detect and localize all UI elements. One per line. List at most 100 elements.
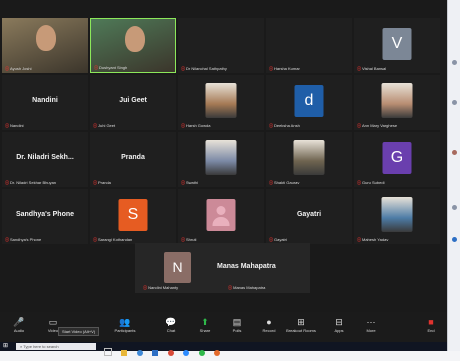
participant-tile-mahesh-yadav[interactable]: ⓧMahesh Yadav bbox=[354, 189, 440, 244]
toolbar-label: Share bbox=[199, 328, 211, 333]
muted-mic-icon: ⓧ bbox=[269, 180, 273, 185]
toolbar-label: Breakout Rooms bbox=[286, 328, 316, 333]
muted-mic-icon: ⓧ bbox=[181, 66, 185, 71]
participant-label: ⓧDushyant Singh bbox=[94, 65, 128, 70]
share-button[interactable]: ⬆ Share bbox=[190, 316, 220, 333]
audio-button[interactable]: 🎤 Audio bbox=[4, 316, 34, 333]
participant-tile-ann-mary-varghese[interactable]: ⓧAnn Mary Varghese bbox=[354, 75, 440, 130]
muted-mic-icon: ⓧ bbox=[269, 66, 273, 71]
meeting-window: ⓧAyush Joshi ⓧDushyant Singh ⓧDr Nilanchal… bbox=[0, 0, 447, 356]
toolbar-label: More bbox=[366, 328, 376, 333]
participant-bigname: Sandhya's Phone bbox=[15, 211, 75, 218]
participant-label: ⓧDr. Niladri Sekhar Bhuyan bbox=[5, 180, 57, 185]
participant-bigname: Manas Mahapatra bbox=[217, 263, 276, 270]
task-view-icon[interactable] bbox=[104, 348, 112, 356]
muted-mic-icon: ⓧ bbox=[5, 123, 9, 128]
muted-mic-icon: ⓧ bbox=[357, 180, 361, 185]
participant-tile-dr-niladri-sekhar-bhuyan[interactable]: Dr. Niladri Sekh... ⓧDr. Niladri Sekhar B… bbox=[2, 132, 88, 187]
toolbar-label: Audio bbox=[13, 328, 25, 333]
participant-tile-swathi[interactable]: ⓧSwathi bbox=[178, 132, 264, 187]
participant-tile-shakti-gaurav[interactable]: ⓧShakti Gaurav bbox=[266, 132, 352, 187]
toolbar-label: End bbox=[427, 328, 435, 333]
avatar: V bbox=[382, 28, 412, 60]
taskbar-search[interactable]: ⌕ Type here to search bbox=[16, 343, 96, 350]
share-screen-icon: ⬆ bbox=[201, 317, 209, 327]
participant-label: ⓧDr Nilanchal Sathpathy bbox=[181, 66, 227, 71]
record-icon: ● bbox=[266, 317, 272, 327]
participant-tile-dr-nilanchal-sathpathy[interactable]: ⓧDr Nilanchal Sathpathy bbox=[178, 18, 264, 73]
participant-tile-ayush-joshi[interactable]: ⓧAyush Joshi bbox=[2, 18, 88, 73]
muted-mic-icon: ⓧ bbox=[357, 237, 361, 242]
windows-taskbar: ⊞ ⌕ Type here to search bbox=[0, 342, 447, 356]
muted-mic-icon: ⓧ bbox=[93, 237, 97, 242]
muted-mic-icon: ⓧ bbox=[93, 180, 97, 185]
polls-button[interactable]: ▤ Polls bbox=[222, 316, 252, 333]
participant-label: ⓧVishal Bansal bbox=[357, 66, 387, 71]
profile-photo bbox=[381, 83, 413, 118]
participants-icon: 👥 bbox=[119, 317, 131, 327]
participants-button[interactable]: 👥 Participants bbox=[110, 316, 140, 333]
breakout-rooms-button[interactable]: ⊞ Breakout Rooms bbox=[286, 316, 316, 333]
participant-label: ⓧ Manas Mahapatra bbox=[228, 285, 266, 290]
end-button[interactable]: ■ End bbox=[416, 316, 446, 333]
participant-tile-juhi-geet[interactable]: Jui Geet ⓧJuhi Geet bbox=[90, 75, 176, 130]
muted-mic-icon: ⓧ bbox=[228, 285, 232, 290]
participant-bigname: Pranda bbox=[121, 154, 145, 161]
participant-tile-vishal-bansal[interactable]: VⓧVishal Bansal bbox=[354, 18, 440, 73]
apps-button[interactable]: ⊟ Apps bbox=[324, 316, 354, 333]
video-grid: ⓧAyush Joshi ⓧDushyant Singh ⓧDr Nilanchal… bbox=[2, 18, 443, 244]
background-app-edge bbox=[447, 0, 460, 351]
toolbar-label: Chat bbox=[166, 328, 176, 333]
participant-label: ⓧShakti Gaurav bbox=[269, 180, 300, 185]
default-avatar-icon bbox=[216, 206, 226, 215]
participant-tile-deeksha-ansh[interactable]: d ⓧDeeksha Ansh bbox=[266, 75, 352, 130]
chat-icon: 💬 bbox=[165, 317, 177, 327]
participant-tile-shruti[interactable]: ⓧShruti bbox=[178, 189, 264, 244]
more-button[interactable]: ⋯ More bbox=[356, 316, 386, 333]
participant-tile-harsh-gowda[interactable]: ⓧHarsh Gowda bbox=[178, 75, 264, 130]
participant-label: ⓧSarangi Kothandan bbox=[93, 237, 133, 242]
avatar: N bbox=[164, 252, 191, 283]
participant-tile-sarangi-kothandan[interactable]: SⓧSarangi Kothandan bbox=[90, 189, 176, 244]
participant-label: ⓧSandhya's Phone bbox=[5, 237, 42, 242]
participant-bigname: Gayatri bbox=[296, 211, 322, 218]
participant-tile-dushyant-singh[interactable]: ⓧDushyant Singh bbox=[90, 18, 176, 73]
chat-button[interactable]: 💬 Chat bbox=[156, 316, 186, 333]
profile-photo bbox=[205, 83, 237, 118]
search-icon: ⌕ bbox=[20, 344, 23, 349]
participant-bigname: Jui Geet bbox=[119, 97, 147, 104]
side-indicator-3 bbox=[452, 150, 457, 155]
participant-tile-nandini[interactable]: Nandini ⓧNandini bbox=[2, 75, 88, 130]
profile-photo bbox=[293, 140, 325, 175]
participant-label: ⓧAnn Mary Varghese bbox=[357, 123, 398, 128]
participant-tile-sandhya-s-phone[interactable]: Sandhya's Phone ⓧSandhya's Phone bbox=[2, 189, 88, 244]
participant-label: ⓧSwathi bbox=[181, 180, 199, 185]
muted-mic-icon: ⓧ bbox=[181, 180, 185, 185]
side-indicator-1 bbox=[452, 60, 457, 65]
toolbar-label: Record bbox=[262, 328, 276, 333]
participant-label: ⓧAyush Joshi bbox=[5, 66, 32, 71]
avatar bbox=[206, 199, 236, 231]
participant-label: ⓧMahesh Yadav bbox=[357, 237, 389, 242]
participant-label-left: ⓧ Nandini Mahanty bbox=[143, 285, 179, 290]
toolbar-label: Participants bbox=[114, 328, 136, 333]
participant-tile-pranda[interactable]: Pranda ⓧPranda bbox=[90, 132, 176, 187]
muted-mic-icon: ⓧ bbox=[143, 285, 147, 290]
toolbar-label: Polls bbox=[232, 328, 242, 333]
taskbar-app-icons bbox=[104, 343, 221, 361]
default-avatar-body bbox=[212, 217, 230, 226]
muted-mic-icon: ⓧ bbox=[94, 65, 98, 70]
participant-tile-guru-subedi[interactable]: GⓧGuru Subedi bbox=[354, 132, 440, 187]
participant-tile-manas[interactable]: N Manas Mahapatra ⓧ Nandini Mahanty ⓧ Ma… bbox=[135, 243, 310, 293]
participant-tile-harsha-kumar[interactable]: ⓧHarsha Kumar bbox=[266, 18, 352, 73]
toolbar-label: Apps bbox=[334, 328, 344, 333]
muted-mic-icon: ⓧ bbox=[357, 66, 361, 71]
muted-mic-icon: ⓧ bbox=[357, 123, 361, 128]
participant-label: ⓧJuhi Geet bbox=[93, 123, 116, 128]
participant-tile-gayatri[interactable]: Gayatri ⓧGayatri bbox=[266, 189, 352, 244]
participant-bigname: Nandini bbox=[32, 97, 58, 104]
start-button[interactable]: ⊞ bbox=[3, 343, 11, 350]
breakout-rooms-icon: ⊞ bbox=[297, 317, 305, 327]
side-indicator-5 bbox=[452, 237, 457, 242]
record-button[interactable]: ● Record bbox=[254, 316, 284, 333]
